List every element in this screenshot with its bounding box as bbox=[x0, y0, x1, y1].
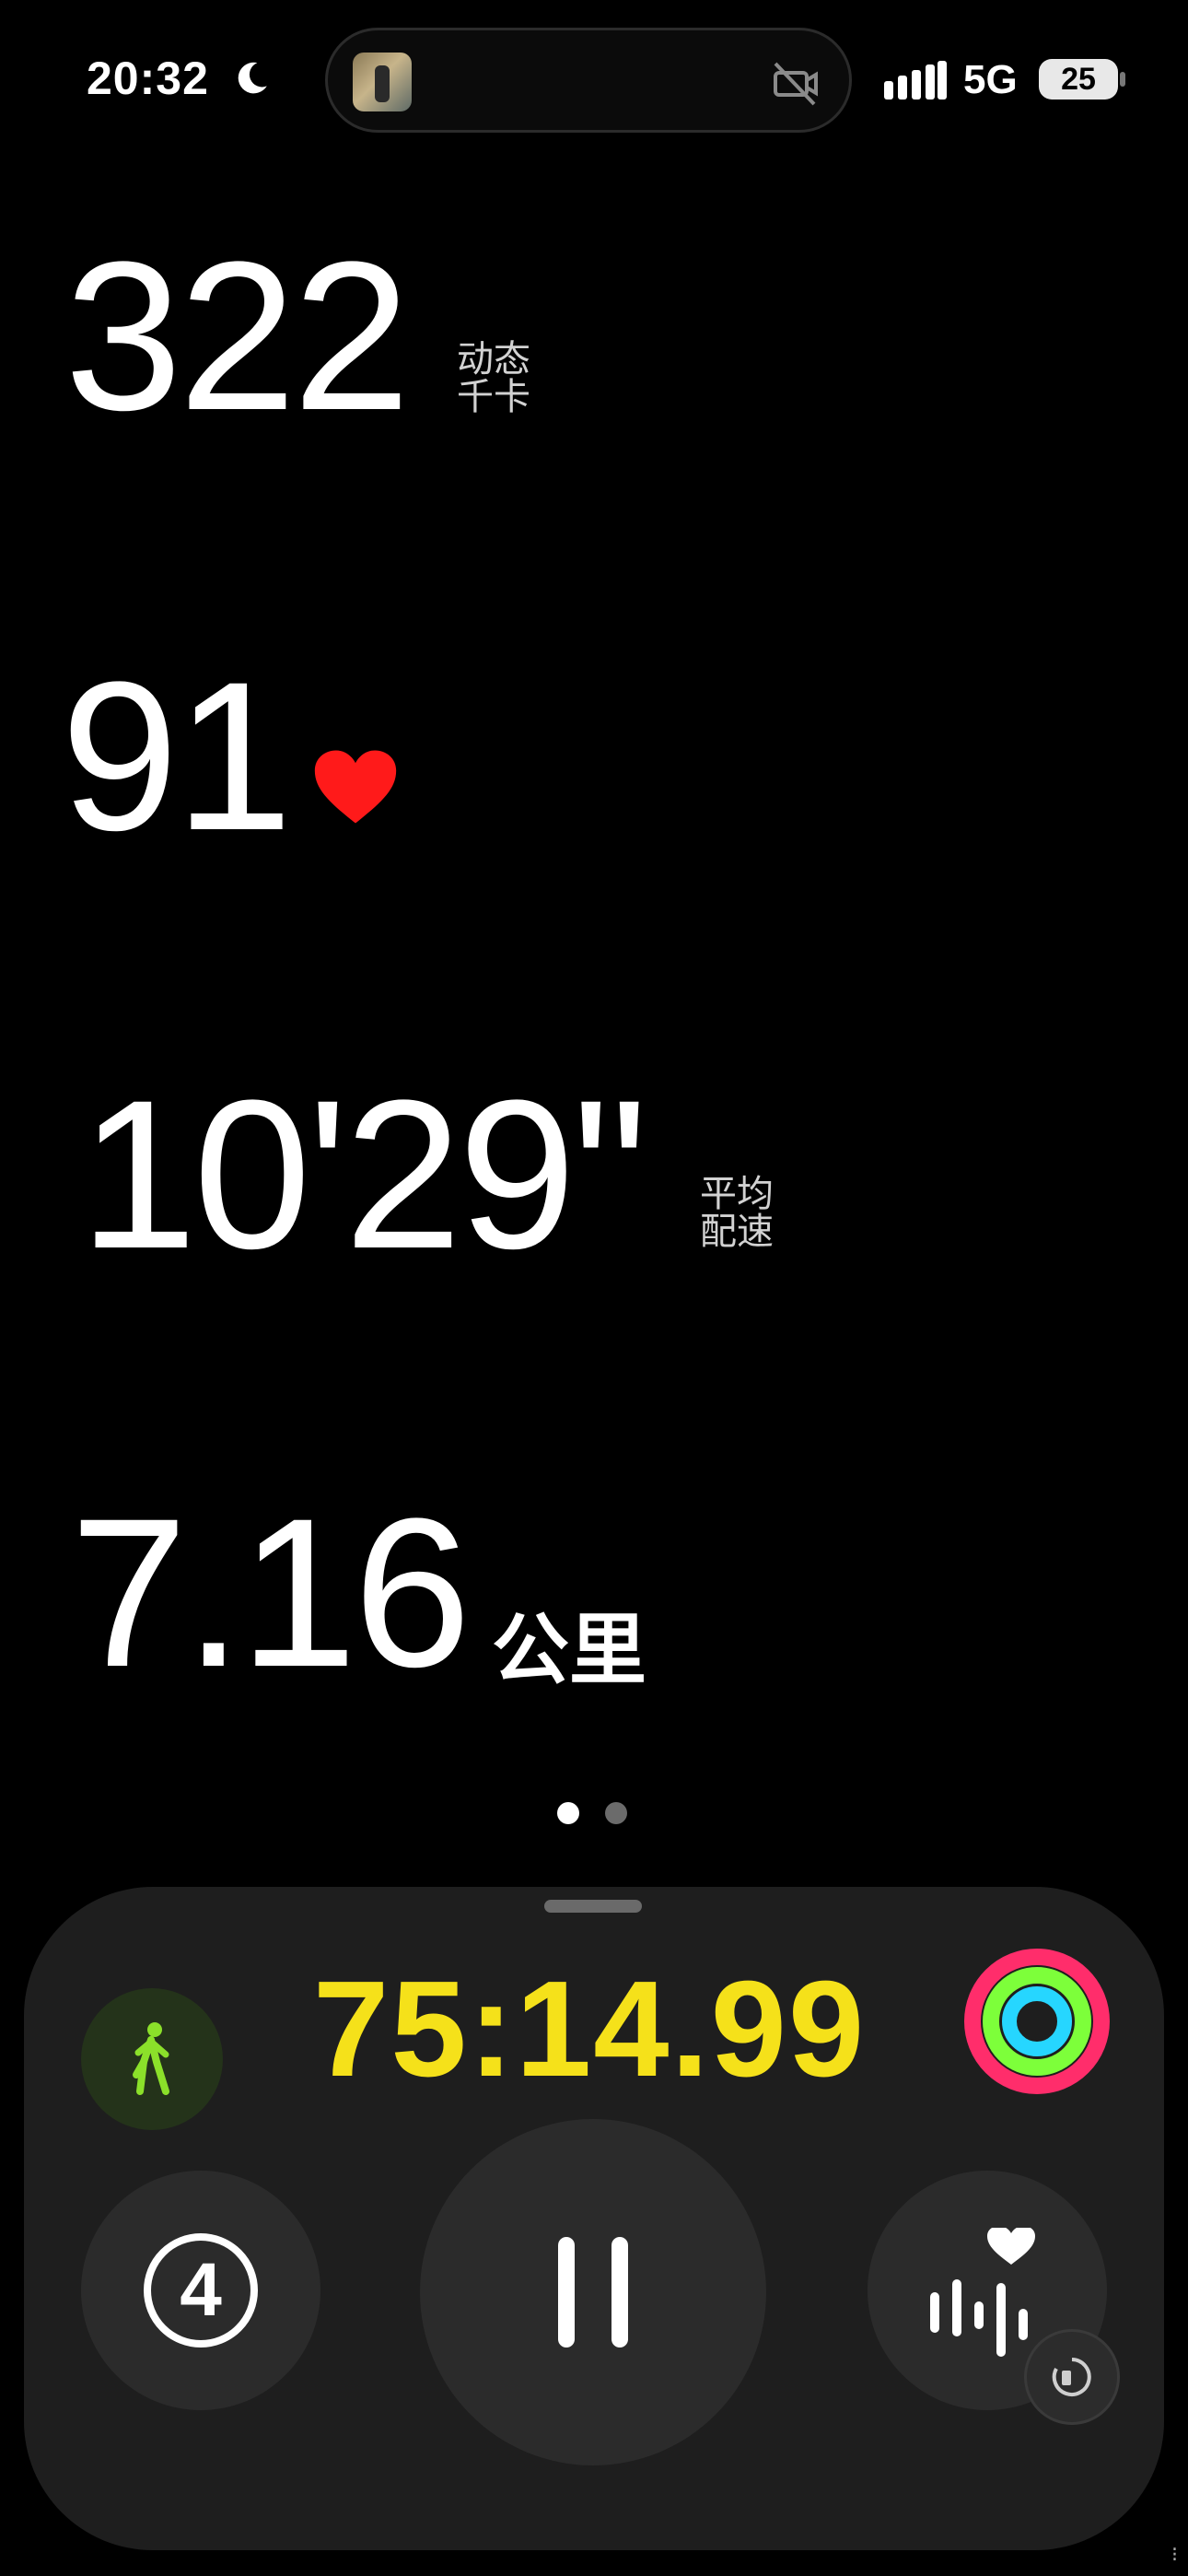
workout-type-button[interactable] bbox=[81, 1988, 223, 2130]
lap-button[interactable]: 4 bbox=[81, 2171, 320, 2410]
walk-icon bbox=[133, 2022, 169, 2095]
moon-icon bbox=[238, 62, 267, 94]
pause-button[interactable] bbox=[420, 2119, 766, 2465]
pause-icon bbox=[558, 2237, 628, 2348]
calories-unit-line1: 动态 bbox=[457, 339, 530, 380]
distance-value: 7.16 bbox=[70, 1474, 472, 1711]
battery-tip bbox=[1120, 72, 1125, 87]
heart-rate-value: 91 bbox=[61, 638, 293, 874]
dynamic-island[interactable] bbox=[325, 28, 852, 133]
status-time: 20:32 bbox=[87, 53, 209, 104]
battery-indicator: 25 bbox=[1039, 59, 1118, 100]
activity-rings-icon[interactable] bbox=[963, 1948, 1111, 2095]
workout-view-icon bbox=[1052, 2358, 1091, 2396]
pace-unit-line1: 平均 bbox=[700, 1174, 774, 1214]
heart-icon bbox=[314, 750, 397, 824]
network-label: 5G bbox=[963, 57, 1018, 102]
camera-off-icon bbox=[774, 62, 818, 106]
page-dot[interactable] bbox=[605, 1802, 627, 1824]
calories-value: 322 bbox=[64, 217, 411, 454]
heart-rate-icon bbox=[930, 2228, 1035, 2357]
elapsed-timer: 75:14.99 bbox=[313, 1953, 867, 2105]
panel-handle[interactable] bbox=[544, 1900, 642, 1913]
media-thumbnail[interactable] bbox=[353, 53, 412, 111]
distance-unit: 公里 bbox=[492, 1607, 647, 1693]
calories-unit: 动态 千卡 bbox=[457, 341, 530, 416]
lap-count: 4 bbox=[180, 2248, 222, 2332]
page-dot-active[interactable] bbox=[557, 1802, 579, 1824]
corner-mark: ⁝ bbox=[1171, 2543, 1178, 2566]
pace-value: 10'29" bbox=[79, 1056, 647, 1293]
signal-icon bbox=[884, 61, 947, 100]
calories-unit-line2: 千卡 bbox=[457, 377, 530, 417]
pace-unit: 平均 配速 bbox=[700, 1176, 774, 1251]
workout-view-button[interactable] bbox=[1024, 2329, 1120, 2425]
pace-unit-line2: 配速 bbox=[700, 1212, 774, 1252]
